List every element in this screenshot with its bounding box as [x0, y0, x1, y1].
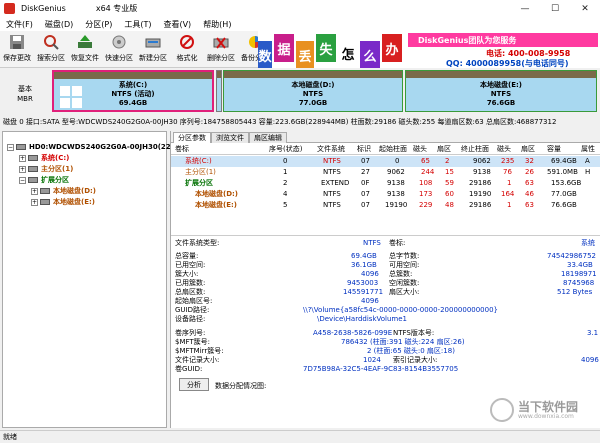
- app-icon: [4, 3, 15, 14]
- analyze-button[interactable]: 分析: [179, 378, 209, 391]
- search-icon: [42, 33, 60, 51]
- expand-icon[interactable]: +: [31, 187, 38, 195]
- banner-qq: QQ: 4000089958(与电话同号): [446, 59, 569, 68]
- tab-browse-files[interactable]: 浏览文件: [211, 132, 249, 143]
- partition-block-e[interactable]: 本地磁盘(E:) NTFS 76.6GB: [405, 70, 597, 112]
- partition-icon: [28, 155, 38, 161]
- table-row[interactable]: 扩展分区 2 EXTEND 0F 9138 108 59 29186 1 63 …: [171, 178, 600, 189]
- delete-icon: [212, 33, 230, 51]
- expand-icon[interactable]: +: [31, 198, 38, 206]
- menu-partition[interactable]: 分区(P): [85, 19, 112, 30]
- banner-slogan: DiskGenius团队为您服务: [408, 33, 598, 47]
- minimize-button[interactable]: —: [510, 0, 540, 17]
- windows-logo-icon: [60, 86, 82, 108]
- tree-disk-hd0[interactable]: − HD0:WDCWDS240G2G0A-00JH30(224GB): [7, 142, 190, 152]
- format-button[interactable]: 格式化: [170, 33, 204, 66]
- disk-info-line: 磁盘 0 接口:SATA 型号:WDCWDS240G2G0A-00JH30 序列…: [0, 116, 600, 128]
- table-header: 卷标 序号(状态) 文件系统 标识 起始柱面 磁头 扇区 终止柱面 磁头 扇区 …: [171, 144, 600, 155]
- table-row[interactable]: 本地磁盘(D:) 4 NTFS 07 9138 173 60 19190 164…: [171, 189, 600, 200]
- search-partition-button[interactable]: 搜索分区: [34, 33, 68, 66]
- maximize-button[interactable]: ☐: [540, 0, 570, 17]
- tree-partition-e[interactable]: + 本地磁盘(E:): [31, 197, 95, 207]
- quick-partition-button[interactable]: 快速分区: [102, 33, 136, 66]
- tab-sector-editor[interactable]: 扇区编辑: [249, 132, 287, 143]
- table-row[interactable]: 主分区(1) 1 NTFS 27 9062 244 15 9138 76 26 …: [171, 167, 600, 178]
- collapse-icon[interactable]: −: [19, 176, 26, 184]
- disk-map: 基本 MBR 系统(C:) NTFS (活动) 69.4GB 本地磁盘(D:) …: [0, 68, 600, 116]
- disk-type-label: 基本 MBR: [17, 85, 33, 103]
- banner-char: 办: [382, 34, 402, 62]
- hard-disk-icon: [16, 144, 26, 150]
- menu-bar: 文件(F) 磁盘(D) 分区(P) 工具(T) 查看(V) 帮助(H): [0, 17, 600, 31]
- menu-file[interactable]: 文件(F): [6, 19, 33, 30]
- recover-files-button[interactable]: 恢复文件: [68, 33, 102, 66]
- menu-help[interactable]: 帮助(H): [203, 19, 231, 30]
- banner-char: 怎: [338, 39, 358, 67]
- banner-char: 失: [316, 34, 336, 62]
- menu-tools[interactable]: 工具(T): [124, 19, 151, 30]
- watermark-logo-icon: [490, 398, 514, 422]
- partition-icon: [28, 166, 38, 172]
- new-partition-icon: [144, 33, 162, 51]
- table-row[interactable]: 本地磁盘(E:) 5 NTFS 07 19190 229 48 29186 1 …: [171, 200, 600, 211]
- window-title: DiskGenius: [21, 4, 66, 13]
- menu-view[interactable]: 查看(V): [163, 19, 191, 30]
- partition-icon: [40, 199, 50, 205]
- edition-label: x64 专业版: [95, 4, 138, 13]
- tab-bar: 分区参数 浏览文件 扇区编辑: [171, 131, 600, 143]
- partition-icon: [28, 177, 38, 183]
- banner-char: 数: [258, 41, 272, 68]
- recover-icon: [76, 33, 94, 51]
- watermark: 当下软件园 www.downxia.com: [490, 392, 598, 428]
- status-text: 就绪: [3, 433, 17, 441]
- table-row[interactable]: 系统(C:) 0 NTFS 07 0 65 2 9062 235 32 69.4…: [171, 156, 600, 167]
- format-icon: [178, 33, 196, 51]
- save-icon: [8, 33, 26, 51]
- save-button[interactable]: 保存更改: [0, 33, 34, 66]
- tree-partition-1[interactable]: + 主分区(1): [19, 164, 73, 174]
- partition-block-hidden[interactable]: [216, 70, 222, 112]
- expand-icon[interactable]: +: [19, 165, 26, 173]
- partition-block-c[interactable]: 系统(C:) NTFS (活动) 69.4GB: [52, 70, 214, 112]
- status-bar: 就绪: [0, 430, 600, 443]
- expand-icon[interactable]: +: [19, 154, 26, 162]
- detail-panel: 分区参数 浏览文件 扇区编辑 卷标 序号(状态) 文件系统 标识 起始柱面 磁头…: [170, 131, 600, 428]
- partition-block-d[interactable]: 本地磁盘(D:) NTFS 77.0GB: [223, 70, 403, 112]
- tree-partition-c[interactable]: + 系统(C:): [19, 153, 69, 163]
- new-partition-button[interactable]: 新建分区: [136, 33, 170, 66]
- delete-partition-button[interactable]: 删除分区: [204, 33, 238, 66]
- disk-tree: − HD0:WDCWDS240G2G0A-00JH30(224GB) + 系统(…: [2, 131, 190, 428]
- banner-char: 据: [274, 34, 294, 62]
- banner-char: 么: [360, 41, 380, 68]
- title-bar: DiskGenius x64 专业版 — ☐ ✕: [0, 0, 600, 17]
- tree-partition-d[interactable]: + 本地磁盘(D:): [31, 186, 96, 196]
- promo-banner[interactable]: 数 据 丢 失 怎 么 办 DiskGenius团队为您服务 电话: 400-0…: [258, 31, 600, 68]
- partition-icon: [40, 188, 50, 194]
- tab-partition-params[interactable]: 分区参数: [173, 132, 211, 143]
- data-allocation-label: 数据分配情况图:: [215, 382, 267, 390]
- collapse-icon[interactable]: −: [7, 143, 14, 151]
- menu-disk[interactable]: 磁盘(D): [45, 19, 73, 30]
- quick-partition-icon: [110, 33, 128, 51]
- tree-extended-partition[interactable]: − 扩展分区: [19, 175, 69, 185]
- banner-char: 丢: [296, 41, 314, 68]
- close-button[interactable]: ✕: [570, 0, 600, 17]
